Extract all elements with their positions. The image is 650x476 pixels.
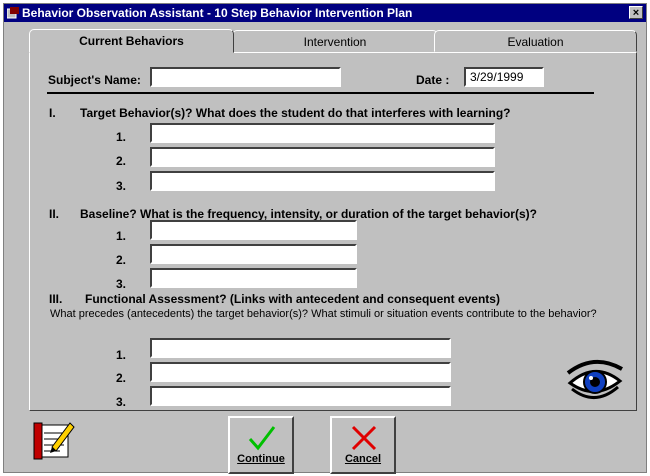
- section-iii-subtext: What precedes (antecedents) the target b…: [50, 308, 597, 320]
- continue-button[interactable]: Continue: [228, 416, 294, 474]
- tab-evaluation[interactable]: Evaluation: [434, 30, 637, 52]
- date-label: Date :: [416, 73, 450, 87]
- target-behavior-3-field[interactable]: [150, 171, 495, 191]
- row-label: 3.: [116, 179, 127, 193]
- functional-3-field[interactable]: [150, 386, 451, 406]
- row-label: 1.: [116, 130, 127, 144]
- row-label: 1.: [116, 229, 127, 243]
- subject-name-label: Subject's Name:: [48, 73, 141, 87]
- baseline-1-field[interactable]: [150, 220, 357, 240]
- target-behavior-1-field[interactable]: [150, 123, 495, 143]
- section-ii-question: Baseline? What is the frequency, intensi…: [80, 207, 537, 221]
- row-label: 3.: [116, 277, 127, 291]
- functional-1-field[interactable]: [150, 338, 451, 358]
- row-label: 1.: [116, 348, 127, 362]
- subject-name-field[interactable]: [150, 67, 341, 87]
- row-label: 2.: [116, 371, 127, 385]
- red-x-icon: [351, 425, 377, 451]
- section-i-question: Target Behavior(s)? What does the studen…: [80, 106, 511, 120]
- tab-current-behaviors[interactable]: Current Behaviors: [29, 29, 234, 53]
- functional-2-field[interactable]: [150, 362, 451, 382]
- notebook-pencil-icon: [33, 422, 75, 460]
- section-iii-number: III.: [49, 292, 63, 306]
- checkmark-icon: [248, 426, 276, 451]
- cancel-label: Cancel: [344, 453, 382, 465]
- row-label: 3.: [116, 395, 127, 409]
- cancel-button[interactable]: Cancel: [330, 416, 396, 474]
- app-icon: [7, 7, 19, 19]
- main-window: Behavior Observation Assistant - 10 Step…: [3, 3, 647, 474]
- section-iii-question: Functional Assessment? (Links with antec…: [85, 292, 500, 306]
- section-ii-number: II.: [49, 207, 60, 221]
- continue-label: Continue: [237, 453, 285, 465]
- section-i-number: I.: [49, 106, 56, 120]
- target-behavior-2-field[interactable]: [150, 147, 495, 167]
- date-field[interactable]: 3/29/1999: [464, 67, 544, 87]
- eye-icon: [566, 360, 623, 399]
- baseline-3-field[interactable]: [150, 268, 357, 288]
- window-title: Behavior Observation Assistant - 10 Step…: [22, 6, 413, 20]
- close-button[interactable]: ×: [629, 6, 643, 19]
- title-bar[interactable]: Behavior Observation Assistant - 10 Step…: [4, 4, 646, 22]
- row-label: 2.: [116, 154, 127, 168]
- baseline-2-field[interactable]: [150, 244, 357, 264]
- tab-intervention[interactable]: Intervention: [232, 30, 438, 52]
- header-divider: [47, 92, 594, 94]
- row-label: 2.: [116, 253, 127, 267]
